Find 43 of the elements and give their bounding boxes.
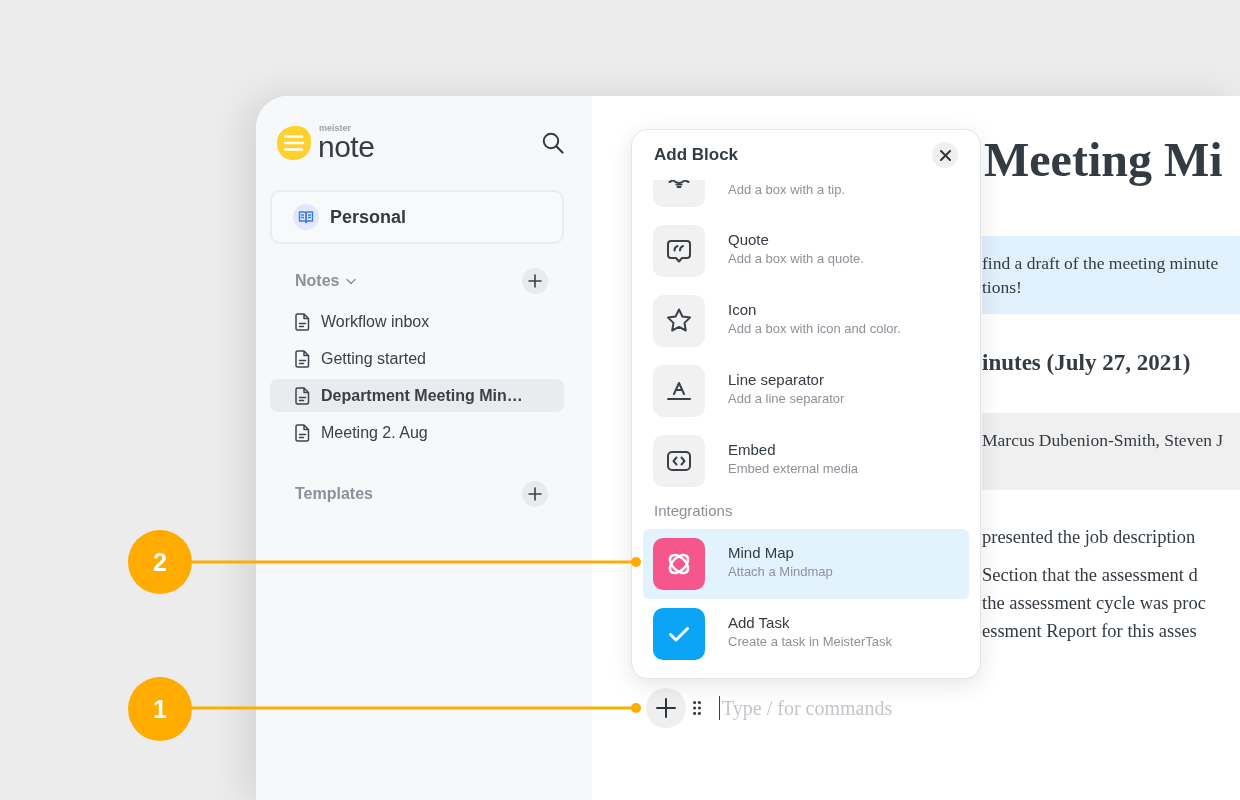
add-block-button[interactable] — [646, 688, 686, 728]
plus-icon — [528, 274, 542, 288]
lightbulb-icon — [653, 180, 705, 207]
block-option[interactable]: Embed Embed external media — [643, 426, 969, 496]
paragraph-text: presented the job description — [982, 526, 1197, 549]
code-brackets-icon — [653, 435, 705, 487]
add-template-button[interactable] — [522, 481, 548, 507]
block-option[interactable]: Add Task Create a task in MeisterTask — [643, 599, 969, 669]
plus-icon — [528, 487, 542, 501]
callout-number: 2 — [128, 530, 192, 594]
menu-title: Add Block — [654, 145, 739, 165]
search-icon[interactable] — [542, 132, 564, 154]
paragraph-text: Section that the assessment d the assessment cycle was proc essment Report for this asses — [982, 564, 1207, 643]
drag-handle-icon[interactable] — [693, 701, 701, 715]
book-icon — [293, 204, 319, 230]
note-item[interactable]: Getting started — [270, 342, 564, 375]
lines-logo-icon — [276, 125, 312, 161]
document-icon — [295, 386, 310, 405]
group-heading: Integrations — [653, 501, 734, 521]
text-input[interactable]: Type / for commands — [719, 696, 982, 720]
block-option[interactable]: Line separator Add a line separator — [643, 356, 969, 426]
close-button[interactable] — [932, 142, 958, 168]
block-option[interactable]: Icon Add a box with icon and color. — [643, 286, 969, 356]
close-icon — [939, 149, 951, 161]
note-item[interactable]: Department Meeting Min… — [270, 379, 564, 412]
document-icon — [295, 423, 310, 442]
note-item[interactable]: Workflow inbox — [270, 305, 564, 338]
add-note-button[interactable] — [522, 268, 548, 294]
callout-number: 1 — [128, 677, 192, 741]
note-item[interactable]: Meeting 2. Aug — [270, 416, 564, 449]
block-option[interactable]: Quote Add a box with a quote. — [643, 216, 969, 286]
callout-text: find a draft of the meeting minute tions! — [982, 252, 1220, 299]
quote-bubble-icon — [653, 225, 705, 277]
block-option[interactable]: Mind Map Attach a Mindmap — [643, 529, 969, 599]
brand-name: note — [318, 133, 375, 160]
brand-prefix: meister — [319, 124, 352, 133]
workspace-button[interactable]: Personal — [270, 190, 564, 244]
document-icon — [295, 312, 310, 331]
document-icon — [295, 349, 310, 368]
attendees-text: Marcus Dubenion-Smith, Steven J — [982, 429, 1225, 452]
note-title: Meeting Mi — [983, 132, 1224, 188]
section-heading: inutes (July 27, 2021) — [982, 349, 1192, 377]
plus-icon — [656, 698, 676, 718]
